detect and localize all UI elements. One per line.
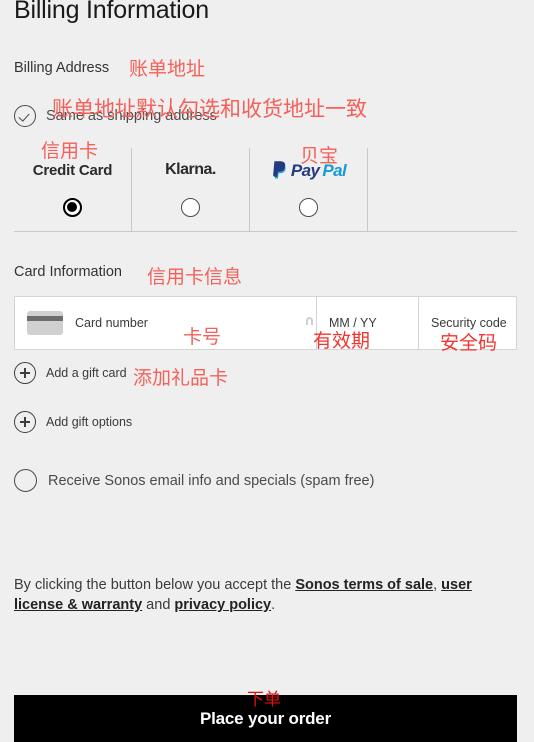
terms-comma: , (433, 577, 438, 593)
terms-and: and (142, 597, 175, 613)
place-your-order-button[interactable]: Place your order (14, 695, 517, 742)
radio-paypal[interactable] (299, 198, 318, 217)
circle-plus-icon (14, 362, 36, 384)
billing-address-label: Billing Address (14, 60, 110, 76)
email-optin-label: Receive Sonos email info and specials (s… (48, 472, 375, 489)
tab-credit-card-label: Credit Card (32, 161, 113, 179)
card-security-code-placeholder: Security code (431, 316, 507, 330)
radio-klarna[interactable] (181, 198, 200, 217)
tab-paypal[interactable]: Pay Pal (250, 148, 368, 231)
same-as-shipping-checkbox[interactable]: Same as shipping address (14, 105, 217, 127)
add-gift-card-button[interactable]: Add a gift card (14, 362, 127, 384)
add-gift-options-button[interactable]: Add gift options (14, 411, 132, 433)
email-optin-checkbox[interactable]: Receive Sonos email info and specials (s… (14, 469, 374, 492)
check-circle-icon (14, 105, 36, 127)
link-sonos-terms-of-sale[interactable]: Sonos terms of sale (295, 577, 433, 593)
billing-information-page: Billing Information Billing Address Same… (0, 0, 534, 742)
add-gift-card-label: Add a gift card (46, 366, 127, 380)
paypal-pal-text: Pal (322, 160, 347, 180)
page-title: Billing Information (14, 0, 209, 24)
tab-empty-space (368, 148, 517, 231)
link-privacy-policy[interactable]: privacy policy (174, 597, 271, 613)
card-number-field[interactable]: Card number (15, 297, 317, 349)
paypal-logo: Pay Pal (271, 159, 347, 181)
card-expiry-placeholder: MM / YY (329, 316, 377, 330)
card-information-row: Card number MM / YY Security code (14, 296, 517, 350)
card-number-placeholder: Card number (75, 316, 148, 330)
terms-lead: By clicking the button below you accept … (14, 577, 296, 593)
annotation-gift-card: 添加礼品卡 (133, 367, 229, 389)
radio-credit-card[interactable] (63, 198, 82, 217)
paypal-monogram-icon (273, 161, 286, 179)
credit-card-icon (27, 311, 63, 335)
circle-plus-icon (14, 411, 36, 433)
paypal-pay-text: Pay (290, 160, 320, 180)
tab-klarna-label: Klarna. (165, 161, 216, 178)
annotation-card-information: 信用卡信息 (147, 266, 243, 288)
tab-credit-card[interactable]: Credit Card (14, 148, 132, 231)
card-information-label: Card Information (14, 264, 122, 280)
add-gift-options-label: Add gift options (46, 415, 133, 429)
terms-period: . (271, 597, 276, 613)
tab-klarna[interactable]: Klarna. (132, 148, 250, 231)
card-security-code-field[interactable]: Security code (419, 297, 516, 349)
payment-method-tabs: Credit Card Klarna. Pay Pal (14, 148, 517, 232)
annotation-billing-address: 账单地址 (129, 58, 206, 80)
empty-circle-icon (14, 469, 37, 492)
same-as-shipping-label: Same as shipping address (46, 108, 217, 124)
card-expiry-field[interactable]: MM / YY (317, 297, 419, 349)
terms-text: By clicking the button below you accept … (14, 575, 514, 615)
